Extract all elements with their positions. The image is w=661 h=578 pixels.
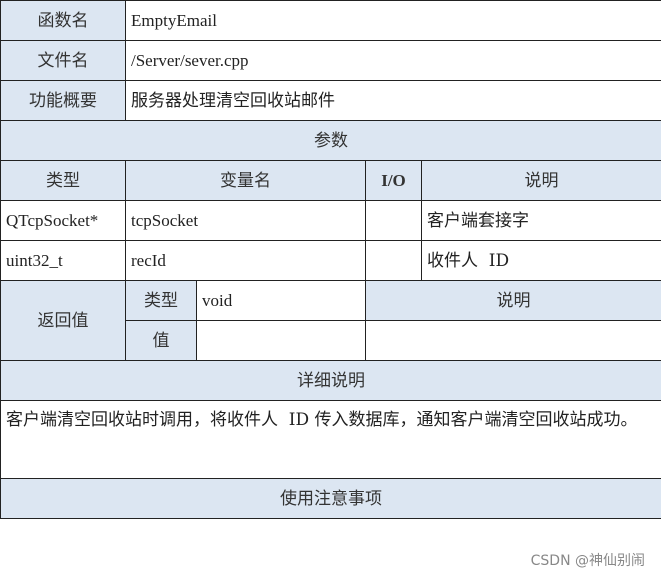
param-row: QTcpSocket* tcpSocket 客户端套接字 — [0, 200, 661, 241]
summary-value: 服务器处理清空回收站邮件 — [125, 80, 661, 121]
param-type: uint32_t — [0, 240, 126, 281]
return-desc-label: 说明 — [365, 280, 661, 321]
param-header-name: 变量名 — [125, 160, 366, 201]
param-header-io: I/O — [365, 160, 422, 201]
return-type-value: void — [196, 280, 366, 321]
return-value-label: 值 — [125, 320, 197, 361]
params-section-row: 参数 — [0, 120, 661, 161]
return-desc-value — [365, 320, 661, 361]
return-value-value — [196, 320, 366, 361]
csdn-watermark: CSDN @神仙别闹 — [530, 553, 645, 569]
details-section-title: 详细说明 — [0, 360, 661, 401]
notes-section-row: 使用注意事项 — [0, 478, 661, 519]
file-name-label: 文件名 — [0, 40, 126, 81]
summary-row: 功能概要 服务器处理清空回收站邮件 — [0, 80, 661, 121]
param-io — [365, 200, 422, 241]
return-label: 返回值 — [0, 280, 126, 361]
param-header-type: 类型 — [0, 160, 126, 201]
param-type: QTcpSocket* — [0, 200, 126, 241]
param-io — [365, 240, 422, 281]
params-header-row: 类型 变量名 I/O 说明 — [0, 160, 661, 201]
file-name-value: /Server/sever.cpp — [125, 40, 661, 81]
file-name-row: 文件名 /Server/sever.cpp — [0, 40, 661, 81]
function-name-label: 函数名 — [0, 0, 126, 41]
details-text-row: 客户端清空回收站时调用，将收件人 ID 传入数据库，通知客户端清空回收站成功。 — [0, 400, 661, 479]
notes-section-title: 使用注意事项 — [0, 478, 661, 519]
function-doc-table: 函数名 EmptyEmail 文件名 /Server/sever.cpp 功能概… — [0, 0, 661, 519]
params-section-title: 参数 — [0, 120, 661, 161]
details-text: 客户端清空回收站时调用，将收件人 ID 传入数据库，通知客户端清空回收站成功。 — [0, 400, 661, 479]
param-row: uint32_t recId 收件人 ID — [0, 240, 661, 281]
param-desc: 客户端套接字 — [421, 200, 661, 241]
param-name: recId — [125, 240, 366, 281]
param-desc: 收件人 ID — [421, 240, 661, 281]
function-name-row: 函数名 EmptyEmail — [0, 0, 661, 41]
return-type-label: 类型 — [125, 280, 197, 321]
param-header-desc: 说明 — [421, 160, 661, 201]
param-name: tcpSocket — [125, 200, 366, 241]
details-section-row: 详细说明 — [0, 360, 661, 401]
return-type-row: 返回值 类型 void 说明 — [0, 280, 661, 361]
summary-label: 功能概要 — [0, 80, 126, 121]
function-name-value: EmptyEmail — [125, 0, 661, 41]
